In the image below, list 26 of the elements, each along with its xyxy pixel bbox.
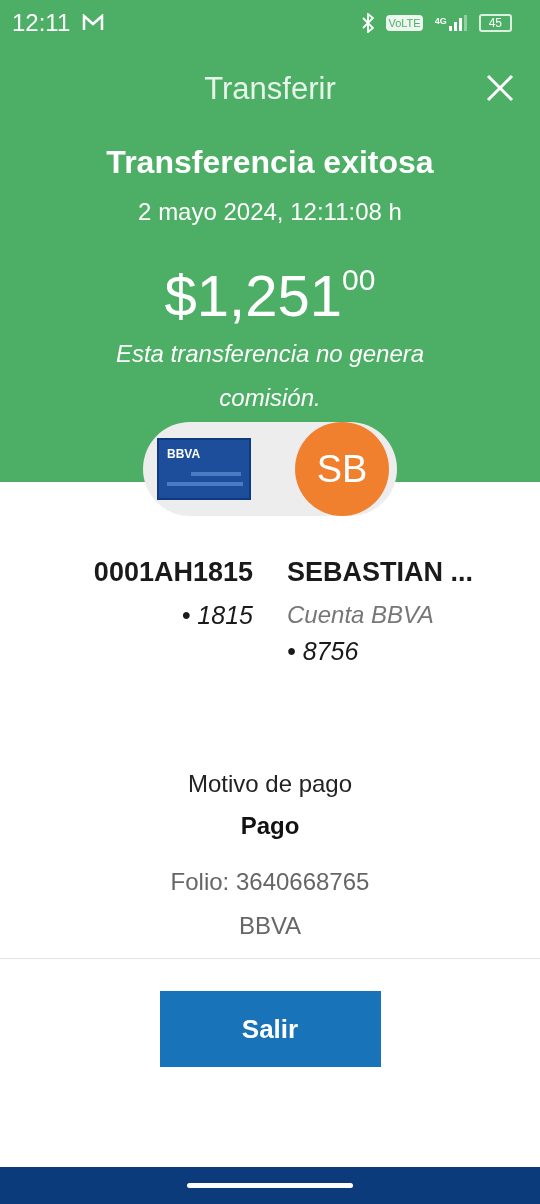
recipient-account-number: • 8756 bbox=[287, 635, 359, 667]
status-time: 12:11 bbox=[12, 8, 71, 38]
amount-cents: 00 bbox=[342, 262, 376, 298]
volte-indicator: VoLTE bbox=[386, 15, 423, 31]
success-title: Transferencia exitosa bbox=[106, 143, 434, 182]
recipient-bank: Cuenta BBVA bbox=[287, 599, 434, 630]
bank-name: BBVA bbox=[238, 911, 302, 941]
origin-account-number: • 1815 bbox=[181, 599, 253, 631]
signal-icon bbox=[448, 15, 467, 31]
recipient-name: SEBASTIAN ... bbox=[287, 556, 474, 589]
transfer-date: 2 mayo 2024, 12:11:08 h bbox=[138, 197, 402, 227]
close-button[interactable] bbox=[486, 74, 514, 102]
exit-button[interactable]: Salir bbox=[159, 991, 381, 1067]
reason-label: Motivo de pago bbox=[187, 769, 353, 799]
mail-icon bbox=[82, 14, 105, 32]
origin-account-name: 0001AH1815 bbox=[93, 556, 253, 589]
initials-avatar: SB bbox=[295, 422, 389, 516]
battery-indicator: 45 bbox=[478, 14, 512, 32]
card-brand: BBVA bbox=[167, 448, 202, 460]
folio-number: Folio: 3640668765 bbox=[170, 867, 370, 897]
amount: $1,251 bbox=[164, 262, 342, 330]
screen-title: Transferir bbox=[204, 69, 336, 108]
reason-value: Pago bbox=[240, 811, 300, 841]
commission-note: Esta transferencia no genera comisión. bbox=[114, 339, 426, 413]
bluetooth-icon bbox=[362, 13, 375, 33]
network-type: 4G bbox=[434, 15, 447, 28]
